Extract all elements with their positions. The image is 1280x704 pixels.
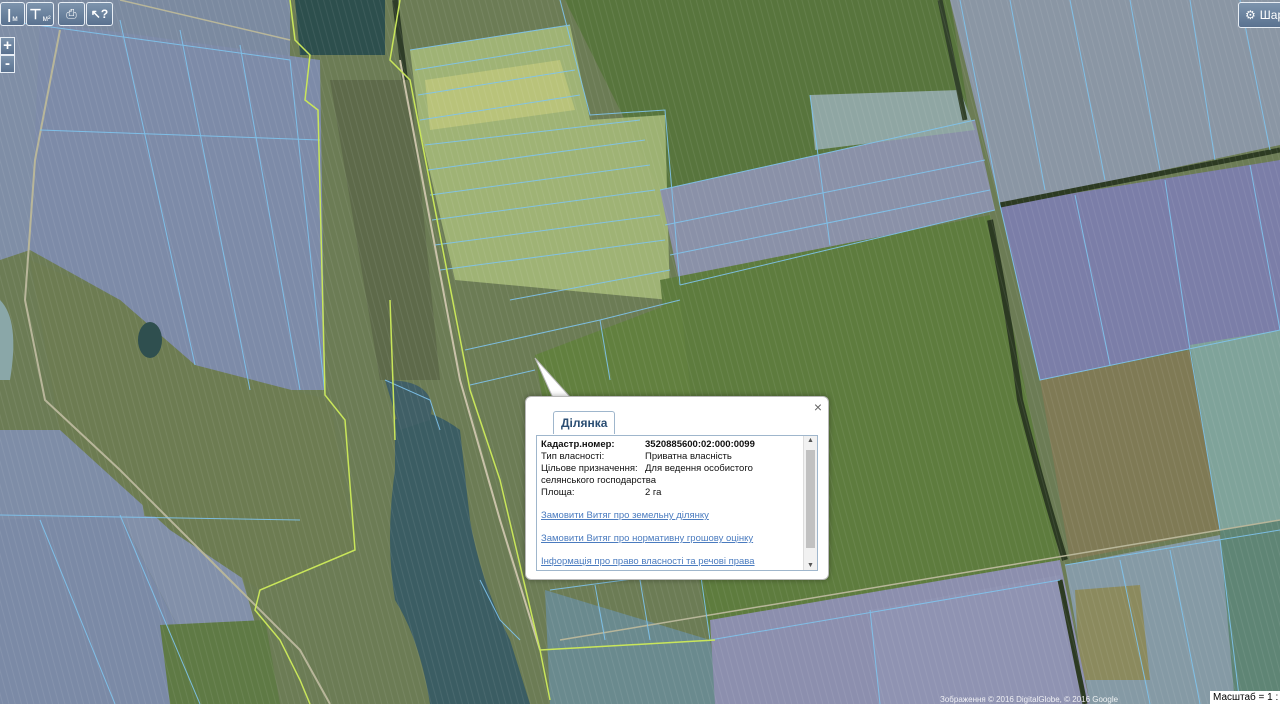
parcel-details: Кадастр.номер: 3520885600:02:000:0099 Ти… xyxy=(536,435,818,571)
zoom-out-button[interactable]: - xyxy=(0,55,15,73)
popup-pointer xyxy=(534,357,573,400)
tab-parcel[interactable]: Ділянка xyxy=(553,411,616,434)
field-label: Тип власності: xyxy=(541,451,605,462)
purpose-text: Цільове призначення: Для ведення особисто… xyxy=(541,463,753,486)
field-label: Площа: xyxy=(541,487,575,498)
order-valuation-extract-link[interactable]: Замовити Витяг про нормативну грошову оц… xyxy=(541,533,753,544)
cadastral-number-value: 3520885600:02:000:0099 xyxy=(645,439,755,450)
scroll-up-icon[interactable]: ▲ xyxy=(806,437,815,444)
order-land-extract-link[interactable]: Замовити Витяг про земельну ділянку xyxy=(541,510,709,521)
area-value: 2 га xyxy=(645,487,662,498)
purpose-row: Цільове призначення: Для ведення особисто… xyxy=(541,463,806,489)
measure-area-button[interactable]: ⊤ м² xyxy=(26,2,54,26)
scroll-down-icon[interactable]: ▼ xyxy=(806,562,815,569)
area-ruler-icon: ⊤ xyxy=(29,5,42,22)
measure-length-button[interactable]: | м xyxy=(0,2,25,26)
satellite-map[interactable] xyxy=(0,0,1280,704)
close-icon[interactable]: × xyxy=(814,399,822,415)
print-button[interactable]: ⎙ xyxy=(58,2,85,26)
field-label: Кадастр.номер: xyxy=(541,439,615,450)
gear-icon: ⚙ xyxy=(1245,8,1256,22)
zoom-in-button[interactable]: + xyxy=(0,37,15,55)
layers-button[interactable]: ⚙Шари xyxy=(1238,2,1280,28)
printer-icon: ⎙ xyxy=(66,6,77,21)
ownership-rights-link[interactable]: Інформація про право власності та речові… xyxy=(541,556,755,567)
parcel-info-popup: × Ділянка Кадастр.номер: 3520885600:02:0… xyxy=(525,396,829,580)
measure-tools: | м ⊤ м² ⎙ ↖? xyxy=(0,2,113,28)
scale-indicator: Масштаб = 1 : 8 xyxy=(1210,691,1280,704)
scroll-thumb[interactable] xyxy=(806,450,815,548)
pointer-question-icon: ↖? xyxy=(90,7,109,21)
identify-button[interactable]: ↖? xyxy=(86,2,113,26)
ownership-type-value: Приватна власність xyxy=(645,451,732,462)
popup-scrollbar[interactable]: ▲ ▼ xyxy=(803,436,817,570)
ruler-icon: | xyxy=(7,6,12,22)
map-attribution: Зображення © 2016 DigitalGlobe, © 2016 G… xyxy=(940,695,1119,704)
